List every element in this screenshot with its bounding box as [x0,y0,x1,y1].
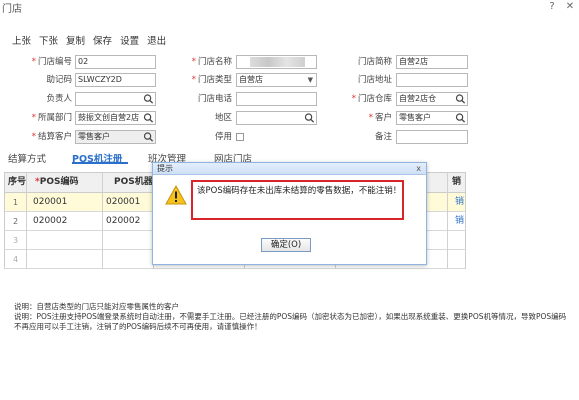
region-label: 地区 [214,113,232,123]
prev-record-button[interactable]: 上张 [12,33,31,47]
store-name-label: * 门店名称 [191,57,232,67]
exit-button[interactable]: 退出 [147,33,166,47]
manager-label: 负责人 [46,94,72,104]
store-address-input[interactable] [396,73,468,87]
disabled-label: 停用 [214,132,232,142]
store-code-input[interactable]: 02 [75,55,156,69]
alert-dialog: 提示 x 该POS编码存在未出库未结算的零售数据，不能注销！ 确定(O) [152,162,427,265]
cancel-link[interactable]: 销 [453,212,467,231]
dialog-message-box: 该POS编码存在未出库未结算的零售数据，不能注销！ [191,180,404,220]
header-seq: 序号 [8,177,27,187]
pos-code-cell[interactable]: 020001 [31,193,105,212]
header-cancel: 销 [452,177,462,187]
store-phone-input[interactable] [236,92,317,106]
region-input[interactable] [236,111,317,125]
close-icon[interactable]: x [416,163,421,175]
warning-icon [165,185,187,205]
store-short-label: 门店简称 [357,57,392,67]
row-number: 3 [13,236,19,245]
search-icon[interactable] [143,93,154,105]
remark-label: 备注 [374,132,392,142]
pos-machine-cell[interactable]: 020002 [104,212,154,231]
header-pos-machine: POS机器 [114,177,153,187]
dialog-title: 提示 [157,164,173,173]
cancel-link[interactable]: 销 [453,193,467,212]
settle-customer-input[interactable]: 零售客户 [75,130,156,144]
header-pos-code: *POS编码 [35,177,79,187]
settle-customer-value: 零售客户 [78,132,110,141]
settle-customer-label: * 结算客户 [31,132,72,142]
manager-input[interactable] [75,92,156,106]
pos-code-cell[interactable]: 020002 [31,212,105,231]
row-number: 2 [13,217,19,226]
row-number: 1 [13,198,19,207]
store-name-input[interactable] [236,55,317,69]
customer-input[interactable]: 零售客户 [396,111,468,125]
store-type-label: * 门店类型 [191,75,232,85]
next-record-button[interactable]: 下张 [39,33,58,47]
grid-divider [447,172,448,269]
settings-button[interactable]: 设置 [120,33,139,47]
store-code-label: * 门店编号 [31,57,72,67]
copy-button[interactable]: 复制 [66,33,85,47]
row-number: 4 [13,255,19,264]
warehouse-label: * 门店仓库 [351,94,392,104]
store-short-input[interactable]: 自营2店 [396,55,468,69]
ok-button[interactable]: 确定(O) [261,238,311,252]
chevron-down-icon: ▼ [307,76,313,84]
note-line-1: 说明：自营店类型的门店只能对应零售属性的客户 [14,302,179,311]
note-line-2: 说明：POS注册支持POS端登录系统时自动注册，不需要手工注册。已经注册的POS… [14,312,567,331]
warehouse-input[interactable]: 自营2店仓 [396,92,468,106]
warehouse-value: 自营2店仓 [399,94,437,103]
grid-divider [26,172,27,269]
tab-settlement[interactable]: 结算方式 [8,151,46,165]
department-input[interactable]: 鼓振文创自营2店 [75,111,156,125]
department-value: 鼓振文创自营2店 [78,113,140,122]
store-type-select[interactable]: 自营店 ▼ [236,73,317,87]
search-icon[interactable] [455,93,466,105]
window-title: 门店 [2,4,22,15]
grid-divider [102,172,103,269]
store-address-label: 门店地址 [357,75,392,85]
window-titlebar: 门店 ? ✕ [0,0,579,16]
search-icon[interactable] [455,112,466,124]
notes: 说明：自营店类型的门店只能对应零售属性的客户 说明：POS注册支持POS端登录系… [14,302,569,332]
store-type-value: 自营店 [239,75,263,84]
dialog-header: 提示 x [153,163,426,175]
search-icon[interactable] [143,131,154,143]
redacted-name [250,57,305,67]
active-tab-indicator [72,162,128,164]
search-icon[interactable] [143,112,154,124]
dialog-message: 该POS编码存在未出库未结算的零售数据，不能注销！ [197,186,402,196]
toolbar: 上张 下张 复制 保存 设置 退出 [12,33,174,47]
help-icon[interactable]: ? [545,0,559,14]
mnemonic-label: 助记码 [46,75,72,85]
save-button[interactable]: 保存 [93,33,112,47]
department-label: * 所属部门 [31,113,72,123]
customer-label: * 客户 [368,113,392,123]
close-icon[interactable]: ✕ [563,0,577,14]
remark-input[interactable] [396,130,468,144]
mnemonic-input[interactable]: SLWCZY2D [75,73,156,87]
store-phone-label: 门店电话 [197,94,232,104]
pos-machine-cell[interactable]: 020001 [104,193,154,212]
disabled-checkbox[interactable] [236,133,244,141]
customer-value: 零售客户 [399,113,431,122]
search-icon[interactable] [304,112,315,124]
